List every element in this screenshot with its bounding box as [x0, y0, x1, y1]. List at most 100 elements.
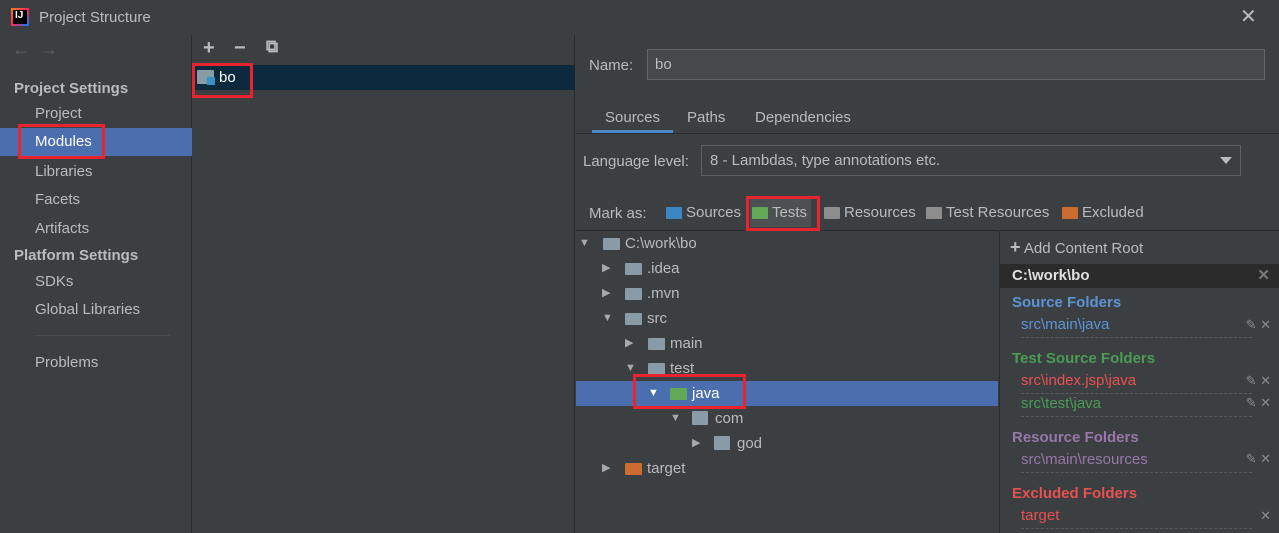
sidebar-item-problems[interactable]: Problems: [0, 349, 192, 377]
test-source-folder-entry[interactable]: src\test\java: [1021, 395, 1252, 417]
tab-sources[interactable]: Sources: [592, 109, 674, 133]
module-list-panel: + − ⧉ bo: [193, 35, 575, 533]
edit-remove-icon[interactable]: ✎ ✕: [1246, 373, 1271, 389]
settings-sidebar: ←→ Project Settings Project Modules Libr…: [0, 35, 192, 533]
excluded-folders-title: Excluded Folders: [1012, 485, 1138, 502]
tree-label: src: [647, 310, 667, 327]
chevron-down-icon: [1220, 157, 1232, 164]
sidebar-item-sdks[interactable]: SDKs: [0, 268, 192, 296]
folder-icon: [625, 263, 642, 275]
section-project-settings: Project Settings: [14, 80, 129, 97]
mark-resources-label: Resources: [844, 204, 916, 221]
folder-icon: [648, 363, 665, 375]
content-root-path: C:\work\bo: [1012, 267, 1090, 284]
tree-row-com[interactable]: ▼ com: [576, 406, 998, 431]
plus-icon: +: [1010, 237, 1021, 257]
mark-tests-button[interactable]: Tests: [750, 199, 812, 227]
package-icon: [692, 411, 708, 425]
copy-module-button[interactable]: ⧉: [266, 37, 278, 57]
add-content-root-label: Add Content Root: [1023, 240, 1144, 257]
back-forward-arrows-icon[interactable]: ←→: [12, 39, 68, 60]
sidebar-divider: [35, 335, 170, 336]
sidebar-item-global-libraries[interactable]: Global Libraries: [0, 296, 192, 324]
resources-folder-icon: [824, 207, 840, 219]
expand-toggle-icon[interactable]: ▼: [670, 406, 681, 431]
test-source-folders-title: Test Source Folders: [1012, 350, 1156, 367]
expand-toggle-icon[interactable]: ▼: [625, 356, 636, 381]
window-title: Project Structure: [39, 9, 151, 26]
tree-row-target[interactable]: ▶ target: [576, 456, 998, 481]
tree-row-test[interactable]: ▼ test: [576, 356, 998, 381]
tree-row-main[interactable]: ▶ main: [576, 331, 998, 356]
language-level-select[interactable]: 8 - Lambdas, type annotations etc.: [701, 145, 1241, 176]
edit-remove-icon[interactable]: ✎ ✕: [1246, 317, 1271, 333]
folder-icon: [603, 238, 620, 250]
expand-toggle-icon[interactable]: ▶: [692, 431, 700, 456]
tab-dependencies[interactable]: Dependencies: [755, 109, 851, 133]
module-settings-panel: Name: bo Sources Paths Dependencies Lang…: [576, 35, 1279, 533]
sidebar-item-libraries[interactable]: Libraries: [0, 158, 192, 186]
intellij-logo-icon: IJ: [11, 8, 29, 26]
sidebar-item-modules[interactable]: Modules: [0, 128, 192, 156]
tree-label: .idea: [647, 260, 680, 277]
expand-toggle-icon[interactable]: ▶: [602, 281, 610, 306]
close-icon[interactable]: ✕: [1240, 4, 1257, 29]
excluded-folder-icon: [1062, 207, 1078, 219]
sources-folder-icon: [666, 207, 682, 219]
content-root-header: C:\work\bo ✕: [1000, 264, 1279, 288]
tree-row-mvn[interactable]: ▶ .mvn: [576, 281, 998, 306]
source-folder-entry[interactable]: src\main\java: [1021, 316, 1252, 338]
expand-toggle-icon[interactable]: ▶: [625, 331, 633, 356]
tree-label: com: [715, 410, 744, 427]
sidebar-item-facets[interactable]: Facets: [0, 186, 192, 214]
tree-label: .mvn: [647, 285, 680, 302]
remove-icon[interactable]: ✕: [1260, 508, 1271, 524]
test-resources-folder-icon: [926, 207, 942, 219]
source-tree: ▼ C:\work\bo ▶ .idea ▶ .mvn ▼ src ▶ main…: [576, 230, 998, 533]
expand-toggle-icon[interactable]: ▼: [602, 306, 613, 331]
edit-remove-icon[interactable]: ✎ ✕: [1246, 451, 1271, 467]
expand-toggle-icon[interactable]: ▶: [602, 456, 610, 481]
mark-test-resources-button[interactable]: Test Resources: [924, 199, 1049, 227]
remove-module-button[interactable]: −: [234, 37, 246, 60]
mark-tests-label: Tests: [772, 204, 808, 221]
mark-resources-button[interactable]: Resources: [822, 199, 916, 227]
resource-folders-title: Resource Folders: [1012, 429, 1139, 446]
resource-folder-entry[interactable]: src\main\resources: [1021, 451, 1252, 473]
expand-toggle-icon[interactable]: ▼: [579, 231, 590, 256]
remove-root-icon[interactable]: ✕: [1257, 264, 1270, 288]
sidebar-item-project[interactable]: Project: [0, 100, 192, 128]
module-name-field[interactable]: bo: [647, 49, 1265, 80]
tree-label: target: [647, 460, 686, 477]
tree-label: main: [670, 335, 703, 352]
tree-row-idea[interactable]: ▶ .idea: [576, 256, 998, 281]
add-module-button[interactable]: +: [203, 37, 215, 60]
package-icon: [714, 436, 730, 450]
tree-row-java[interactable]: ▼ java: [576, 381, 998, 406]
folder-icon: [625, 288, 642, 300]
module-row[interactable]: bo: [193, 65, 575, 90]
add-content-root-button[interactable]: + Add Content Root: [1010, 237, 1143, 258]
name-label: Name:: [589, 57, 634, 74]
tree-row-root[interactable]: ▼ C:\work\bo: [576, 231, 998, 256]
test-source-folder-entry[interactable]: src\index.jsp\java: [1021, 372, 1252, 394]
expand-toggle-icon[interactable]: ▼: [648, 381, 659, 406]
edit-remove-icon[interactable]: ✎ ✕: [1246, 395, 1271, 411]
module-folder-icon: [197, 70, 215, 85]
tab-paths[interactable]: Paths: [687, 109, 725, 133]
tree-row-src[interactable]: ▼ src: [576, 306, 998, 331]
sidebar-item-artifacts[interactable]: Artifacts: [0, 215, 192, 243]
mark-as-label: Mark as:: [589, 205, 647, 222]
tree-row-god[interactable]: ▶ god: [576, 431, 998, 456]
expand-toggle-icon[interactable]: ▶: [602, 256, 610, 281]
mark-sources-button[interactable]: Sources: [664, 199, 741, 227]
tests-folder-icon: [752, 207, 768, 219]
mark-excluded-button[interactable]: Excluded: [1060, 199, 1144, 227]
title-bar: IJ Project Structure ✕: [0, 0, 1279, 35]
excluded-folder-entry[interactable]: target: [1021, 507, 1252, 529]
module-item-bo[interactable]: bo: [197, 65, 236, 90]
tree-label: C:\work\bo: [625, 235, 697, 252]
module-toolbar: + − ⧉: [193, 35, 575, 65]
language-level-label: Language level:: [583, 153, 689, 170]
folder-icon: [648, 338, 665, 350]
